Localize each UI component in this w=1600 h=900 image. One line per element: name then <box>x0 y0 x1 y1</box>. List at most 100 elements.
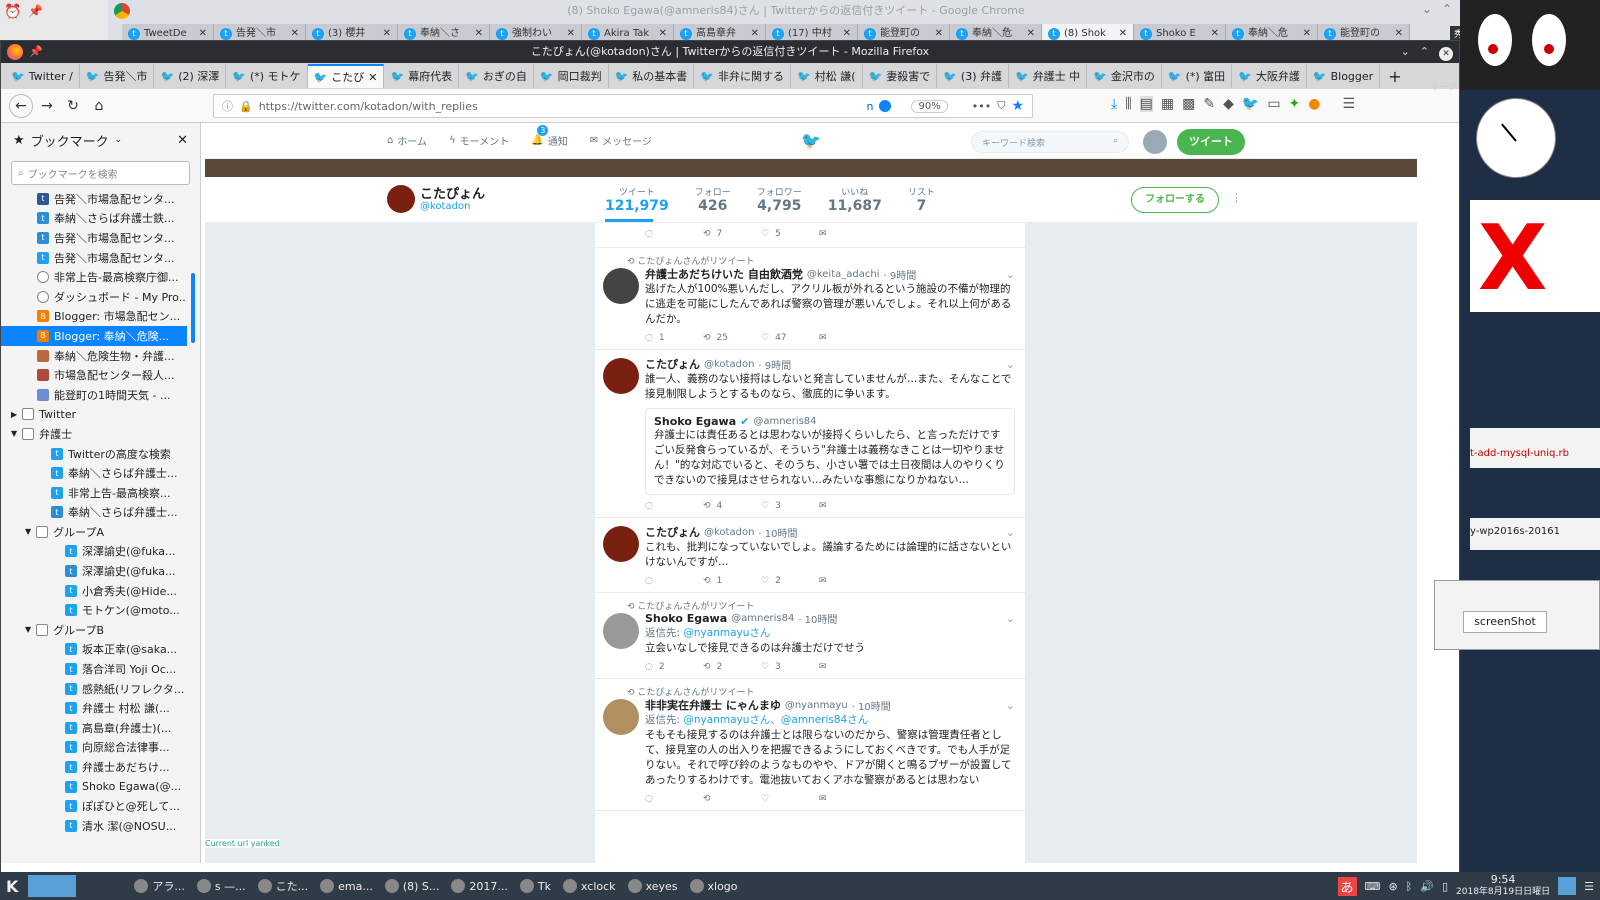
chevron-down-icon[interactable]: ⌄ <box>115 135 123 145</box>
like-button[interactable]: ♡ 5 <box>761 229 819 239</box>
sidebar-icon[interactable]: ▤ <box>1139 96 1153 112</box>
retweet-button[interactable]: ⟲ <box>703 794 761 804</box>
maximize-icon[interactable]: ⌃ <box>1420 41 1429 63</box>
retweet-button[interactable]: ⟲ 25 <box>703 333 761 343</box>
alarm-icon[interactable]: ⏰ <box>4 4 21 20</box>
firefox-tab[interactable]: 🐦 大阪弁護 <box>1232 64 1307 88</box>
avatar[interactable] <box>1143 130 1167 154</box>
like-button[interactable]: ♡ 3 <box>761 501 819 511</box>
nav-moments[interactable]: ϟ モーメント <box>449 133 509 148</box>
avatar[interactable] <box>603 526 639 562</box>
task-item[interactable]: ema... <box>314 872 379 900</box>
ime-indicator[interactable]: あ <box>1337 876 1357 896</box>
bookmark-item[interactable]: t 告発＼市場急配センタ... <box>1 228 187 248</box>
clipboard-icon[interactable]: ▭ <box>1267 96 1280 112</box>
minimize-icon[interactable]: ⌄ <box>1422 2 1432 16</box>
more-icon[interactable]: ⋮ <box>1231 191 1242 204</box>
tweet[interactable]: ⟲ こたぴょんさんがリツイート 弁護士あだちけいた 自由飲酒党 @keita_ada… <box>595 248 1025 350</box>
firefox-tab[interactable]: 🐦 おぎの自 <box>459 64 534 88</box>
battery-icon[interactable]: ▯ <box>1442 880 1448 893</box>
tweet-author-name[interactable]: 弁護士あだちけいた 自由飲酒党 <box>645 266 803 282</box>
profile-stat[interactable]: ツイート 121,979 <box>605 185 669 214</box>
tweet-author-handle[interactable]: @nyanmayu <box>785 700 848 711</box>
dm-button[interactable]: ✉ <box>819 576 877 586</box>
bookmark-item[interactable]: 非常上告-最高検察庁御... <box>1 267 187 287</box>
bookmark-item[interactable]: t 告発＼市場急配センタ... <box>1 248 187 268</box>
bookmark-item[interactable]: t モトケン(@moto... <box>1 600 187 620</box>
dm-button[interactable]: ✉ <box>819 333 877 343</box>
retweet-button[interactable]: ⟲ 1 <box>703 576 761 586</box>
firefox-tab[interactable]: 🐦 岡口裁判 <box>534 64 609 88</box>
terminal-window-2[interactable]: y-wp2016s-20161 <box>1470 518 1600 550</box>
maximize-icon[interactable]: ⌃ <box>1442 2 1452 16</box>
like-button[interactable]: ♡ <box>761 794 819 804</box>
tweet-author-name[interactable]: こたぴょん <box>645 524 700 540</box>
grid-icon[interactable]: ▩ <box>1182 96 1195 112</box>
reader-icon[interactable]: ▦ <box>1161 96 1174 112</box>
pager[interactable] <box>28 875 77 897</box>
bookmark-item[interactable]: t 深澤諭史(@fuka... <box>1 561 187 581</box>
menu-icon[interactable]: ☰ <box>1343 96 1356 112</box>
chevron-down-icon[interactable]: ⌄ <box>1006 358 1015 371</box>
sidebar-scrollbar[interactable] <box>191 273 195 343</box>
desktop-icon[interactable] <box>1558 877 1577 895</box>
sidebar-close-icon[interactable]: ✕ <box>177 133 188 148</box>
profile-stat[interactable]: いいね 11,687 <box>828 185 882 214</box>
sidebar-title[interactable]: ブックマーク <box>31 131 109 150</box>
firefox-tab[interactable]: 🐦 (3) 弁護 <box>937 64 1009 88</box>
chevron-down-icon[interactable]: ▼ <box>25 625 31 634</box>
firefox-tab[interactable]: 🐦 こたび ✕ <box>307 64 385 88</box>
keyboard-icon[interactable]: ⌨ <box>1365 880 1381 893</box>
bookmark-item[interactable]: 能登町の1時間天気 - ... <box>1 385 187 405</box>
bookmark-item[interactable]: t 非常上告-最高検察... <box>1 483 187 503</box>
firefox-tab[interactable]: 🐦 非弁に関する <box>694 64 791 88</box>
dm-button[interactable]: ✉ <box>819 794 877 804</box>
task-item[interactable]: xeyes <box>622 872 684 900</box>
bookmark-item[interactable]: ▼ グループA <box>1 522 187 542</box>
extension-icon[interactable]: n <box>867 100 874 113</box>
bookmark-item[interactable]: ▼ グループB <box>1 620 187 640</box>
bookmark-item[interactable]: t 向原総合法律事... <box>1 738 187 758</box>
reply-button[interactable]: ◌ <box>645 576 703 586</box>
reply-to-link[interactable]: @nyanmayuさん、@amneris84さん <box>683 714 868 726</box>
bookmark-item[interactable]: t 奉納＼さらば弁護士鉄... <box>1 209 187 229</box>
profile-stat[interactable]: フォロー 426 <box>695 185 731 214</box>
twitter-search-input[interactable]: キーワード検索 ⌕ <box>971 131 1129 153</box>
terminal-window-1[interactable]: t-add-mysql-uniq.rb <box>1470 428 1600 468</box>
chevron-down-icon[interactable]: ⌄ <box>1006 268 1015 281</box>
tweet-time[interactable]: · 10時間 <box>758 525 797 540</box>
forward-button[interactable]: → <box>35 94 59 118</box>
bookmark-item[interactable]: t 高島章(弁護士)(... <box>1 718 187 738</box>
tweet-author-name[interactable]: Shoko Egawa <box>645 612 727 625</box>
new-tab-button[interactable]: + <box>1388 67 1401 86</box>
firefox-tab[interactable]: 🐦 金沢市の <box>1087 64 1162 88</box>
nav-messages[interactable]: ✉ メッセージ <box>590 133 652 148</box>
extension-orange-icon[interactable]: ● <box>1308 96 1320 112</box>
chevron-down-icon[interactable]: ⌄ <box>1006 612 1015 625</box>
avatar[interactable] <box>603 613 639 649</box>
like-button[interactable]: ♡ 47 <box>761 333 819 343</box>
profile-avatar[interactable] <box>387 185 415 213</box>
extension-green-icon[interactable]: ✦ <box>1289 96 1301 112</box>
bookmark-item[interactable]: t 奉納＼さらば弁護士... <box>1 463 187 483</box>
avatar[interactable] <box>603 699 639 735</box>
bookmark-item[interactable]: t Shoko Egawa(@... <box>1 777 187 797</box>
pager-empty[interactable] <box>80 875 128 897</box>
bookmark-item[interactable]: t 告発＼市場急配センタ... <box>1 189 187 209</box>
start-menu-icon[interactable]: K <box>0 872 24 900</box>
firefox-tab[interactable]: 🐦 私の基本書 <box>609 64 695 88</box>
firefox-tab[interactable]: 🐦 (*) モトケ <box>226 64 308 88</box>
bluetooth-icon[interactable]: ᛒ <box>1406 880 1413 893</box>
bookmark-item[interactable]: 奉納＼危険生物・弁護... <box>1 346 187 366</box>
reply-button[interactable]: ◌ 2 <box>645 662 703 672</box>
network-icon[interactable]: ⊛ <box>1388 880 1397 893</box>
retweet-button[interactable]: ⟲ 2 <box>703 662 761 672</box>
dm-button[interactable]: ✉ <box>819 229 877 239</box>
chevron-right-icon[interactable]: ▶ <box>11 410 17 419</box>
bookmark-item[interactable]: t 奉納＼さらば弁護士... <box>1 503 187 523</box>
reply-button[interactable]: ◌ <box>645 794 703 804</box>
firefox-tab[interactable]: 🐦 Twitter / <box>5 64 80 88</box>
tweet-author-handle[interactable]: @amneris84 <box>731 613 794 624</box>
retweet-button[interactable]: ⟲ 7 <box>703 229 761 239</box>
bookmark-item[interactable]: ▶ Twitter <box>1 405 187 425</box>
